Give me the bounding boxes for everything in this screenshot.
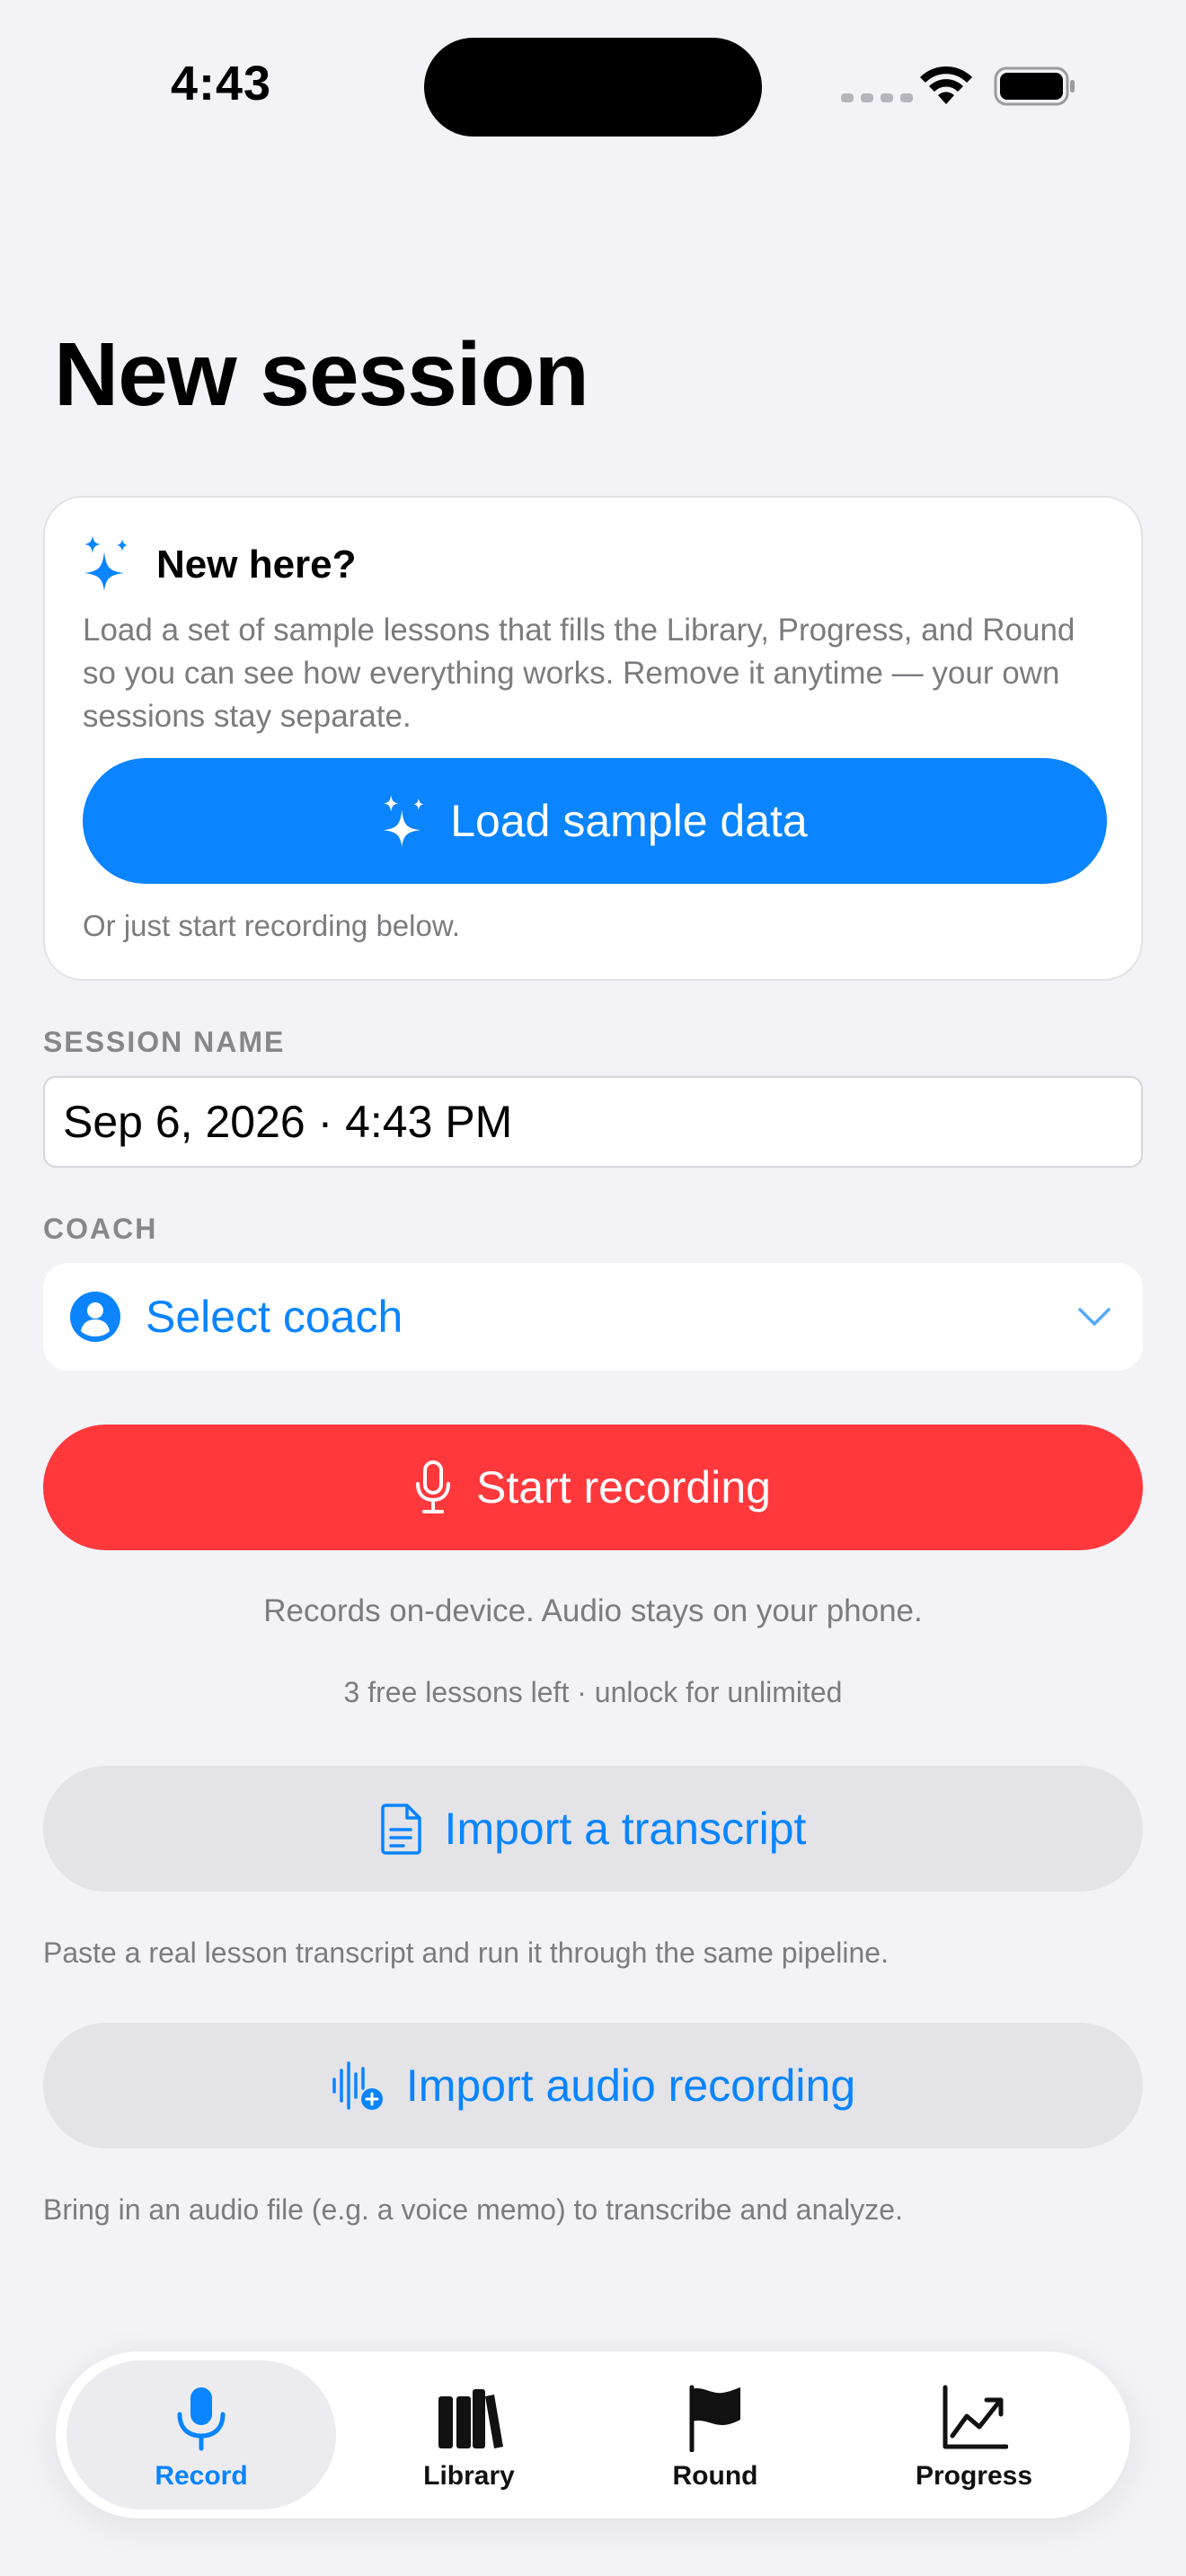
welcome-title: New here? <box>156 543 357 587</box>
welcome-description: Load a set of sample lessons that fills … <box>83 613 1075 734</box>
person-circle-icon <box>70 1292 120 1342</box>
recording-privacy-hint: Records on-device. Audio stays on your p… <box>263 1593 923 1628</box>
sparkles-icon <box>384 795 424 847</box>
dynamic-island <box>424 38 762 137</box>
tab-round[interactable]: Round <box>580 2360 850 2510</box>
load-sample-data-label: Load sample data <box>450 796 808 846</box>
coach-label: COACH <box>43 1213 158 1245</box>
tab-bar: Record Library Round Progress <box>56 2351 1130 2519</box>
import-transcript-description: Paste a real lesson transcript and run i… <box>43 1936 889 1969</box>
chevron-down-icon <box>1078 1308 1111 1326</box>
status-time: 4:43 <box>171 57 272 110</box>
document-icon <box>380 1804 421 1855</box>
import-audio-button[interactable]: Import audio recording <box>43 2023 1143 2148</box>
tab-library-label: Library <box>423 2461 515 2491</box>
screen: 4:43 New session New here? Load a set of… <box>0 0 1186 2576</box>
tab-round-label: Round <box>672 2461 758 2491</box>
tab-record-label: Record <box>155 2461 248 2491</box>
flag-icon <box>689 2385 740 2452</box>
tab-library[interactable]: Library <box>334 2360 604 2510</box>
free-lessons-note: 3 free lessons left · unlock for unlimit… <box>343 1676 843 1708</box>
mic-icon <box>177 2387 226 2451</box>
coach-select-value: Select coach <box>146 1292 403 1342</box>
chart-icon <box>943 2385 1008 2449</box>
battery-icon <box>994 66 1075 106</box>
coach-select[interactable]: Select coach <box>43 1263 1143 1371</box>
load-sample-data-button[interactable]: Load sample data <box>83 758 1107 884</box>
start-recording-button[interactable]: Start recording <box>43 1425 1143 1550</box>
books-icon <box>438 2389 503 2448</box>
waveform-plus-icon <box>332 2061 383 2110</box>
sample-data-card: New here? Load a set of sample lessons t… <box>43 496 1143 981</box>
start-recording-label: Start recording <box>476 1462 771 1513</box>
page-title: New session <box>54 324 589 425</box>
import-transcript-label: Import a transcript <box>444 1804 807 1854</box>
import-audio-label: Import audio recording <box>405 2060 856 2111</box>
tab-record[interactable]: Record <box>66 2360 336 2510</box>
mic-icon <box>416 1460 451 1513</box>
wifi-icon <box>920 66 972 104</box>
session-name-input[interactable] <box>43 1076 1143 1168</box>
import-audio-description: Bring in an audio file (e.g. a voice mem… <box>43 2193 903 2226</box>
sparkles-icon <box>84 535 128 591</box>
tab-progress-label: Progress <box>915 2461 1033 2491</box>
import-transcript-button[interactable]: Import a transcript <box>43 1766 1143 1892</box>
session-name-label: SESSION NAME <box>43 1026 286 1058</box>
welcome-footer: Or just start recording below. <box>83 909 461 942</box>
cellular-signal-icon <box>841 93 913 102</box>
tab-progress[interactable]: Progress <box>839 2360 1109 2510</box>
